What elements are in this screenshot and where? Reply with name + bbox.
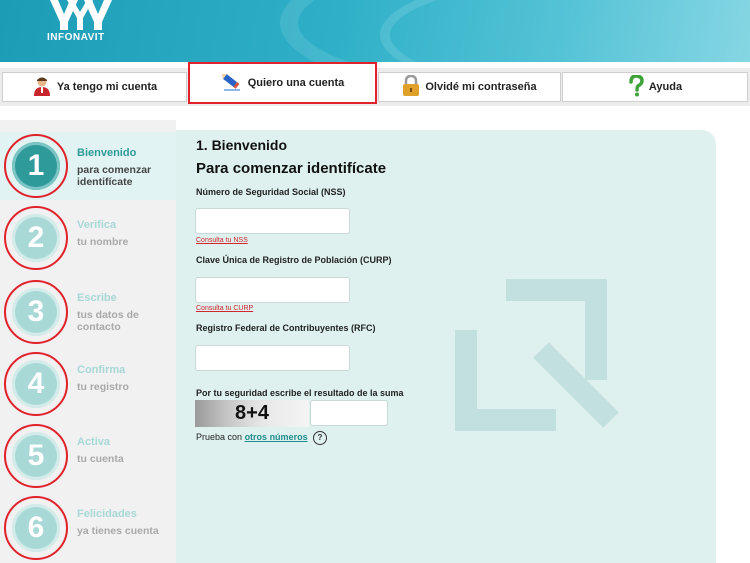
tab-olvide-mi-contrasena[interactable]: Olvidé mi contraseña [378, 72, 561, 102]
step-title: Bienvenido [77, 147, 137, 159]
header-banner: INFONAVIT [0, 0, 750, 62]
help-icon[interactable]: ? [313, 431, 327, 445]
captcha-label: Por tu seguridad escribe el resultado de… [196, 388, 404, 398]
step-number: 4 [12, 360, 60, 408]
step-subtitle: tu nombre [77, 236, 129, 248]
tab-bar: Ya tengo mi cuenta Quiero una cuenta Olv… [0, 62, 750, 106]
consulta-nss-link[interactable]: Consulta tu NSS [196, 237, 248, 244]
lock-icon [402, 74, 420, 100]
step-subtitle: tu registro [77, 381, 129, 393]
watermark-logo [455, 279, 619, 431]
captcha-retry: Prueba con otros números [196, 432, 308, 442]
header-wave [380, 0, 750, 62]
nss-input[interactable] [195, 208, 350, 234]
tab-ayuda[interactable]: Ayuda [562, 72, 748, 102]
tab-label: Ya tengo mi cuenta [56, 81, 158, 93]
step-number: 5 [12, 432, 60, 480]
captcha-image: 8+4 [195, 400, 309, 427]
otros-numeros-link[interactable]: otros números [245, 432, 308, 442]
step-4-confirma: 4 Confirma tu registro [0, 348, 176, 416]
step-subtitle: tus datos de contacto [77, 309, 139, 333]
tab-label: Quiero una cuenta [247, 77, 345, 89]
step-number: 3 [12, 288, 60, 336]
curp-input[interactable] [195, 277, 350, 303]
step-2-verifica: 2 Verifica tu nombre [0, 204, 176, 272]
tab-label: Ayuda [648, 81, 683, 93]
tab-label: Olvidé mi contraseña [425, 81, 537, 93]
rfc-input[interactable] [195, 345, 350, 371]
user-icon [32, 76, 52, 99]
step-1-bienvenido: 1 Bienvenido para comenzar identifícate [0, 132, 176, 200]
pencil-icon [221, 72, 243, 95]
step-subtitle: tu cuenta [77, 453, 124, 465]
step-6-felicidades: 6 Felicidades ya tienes cuenta [0, 492, 176, 560]
retry-prefix: Prueba con [196, 432, 243, 442]
captcha-input[interactable] [310, 400, 388, 426]
step-title: Felicidades [77, 508, 137, 520]
question-icon [628, 73, 644, 100]
step-subtitle: ya tienes cuenta [77, 525, 159, 537]
rfc-label: Registro Federal de Contribuyentes (RFC) [196, 323, 376, 333]
step-title: Activa [77, 436, 111, 448]
form-heading: Para comenzar identifícate [196, 160, 387, 177]
step-5-activa: 5 Activa tu cuenta [0, 420, 176, 488]
step-3-escribe: 3 Escribe tus datos de contacto [0, 276, 176, 344]
step-title: Escribe [77, 292, 117, 304]
step-title: Confirma [77, 364, 126, 376]
logo-text: INFONAVIT [47, 32, 105, 43]
step-number: 2 [12, 214, 60, 262]
step-title: Verifica [77, 219, 117, 231]
tab-quiero-una-cuenta[interactable]: Quiero una cuenta [188, 62, 377, 104]
consulta-curp-link[interactable]: Consulta tu CURP [196, 305, 253, 312]
nss-label: Número de Seguridad Social (NSS) [196, 187, 346, 197]
step-heading: 1. Bienvenido [196, 137, 288, 153]
step-subtitle: para comenzar identifícate [77, 164, 152, 188]
tab-ya-tengo-mi-cuenta[interactable]: Ya tengo mi cuenta [2, 72, 187, 102]
step-number: 1 [12, 142, 60, 190]
step-number: 6 [12, 504, 60, 552]
curp-label: Clave Única de Registro de Población (CU… [196, 255, 392, 265]
